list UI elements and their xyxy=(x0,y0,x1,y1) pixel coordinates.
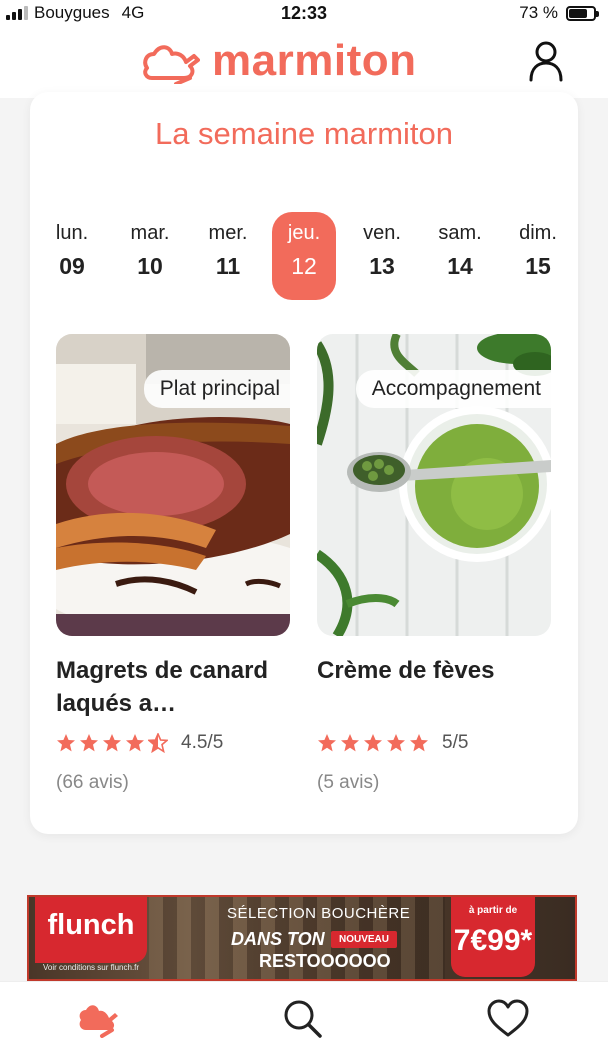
day-name: lun. xyxy=(55,222,89,244)
day-sunday[interactable]: dim. 15 xyxy=(506,212,570,300)
recipe-image[interactable]: Plat principal xyxy=(56,334,290,636)
ad-price-box: à partir de 7€99* xyxy=(451,897,535,977)
marmiton-logo[interactable]: marmiton xyxy=(140,36,416,86)
user-icon[interactable] xyxy=(526,40,566,82)
logo-text: marmiton xyxy=(212,36,417,85)
star-icon xyxy=(410,734,428,752)
day-name: mar. xyxy=(130,222,170,244)
battery-fill xyxy=(569,8,587,18)
bottom-nav xyxy=(0,981,608,1054)
recipe-card[interactable]: Accompagnement Crème de fèves 5/5 (5 avi… xyxy=(317,334,551,794)
day-thursday-selected[interactable]: jeu. 12 xyxy=(272,212,336,300)
day-number: 12 xyxy=(291,253,317,279)
star-icon xyxy=(80,734,98,752)
week-title: La semaine marmiton xyxy=(154,116,454,151)
status-time: 12:33 xyxy=(280,3,328,23)
ad-brand-logo: flunch xyxy=(35,897,147,963)
ad-banner[interactable]: flunch Voir conditions sur flunch.fr SÉL… xyxy=(27,895,577,981)
star-icon xyxy=(57,734,75,752)
star-icon xyxy=(341,734,359,752)
recipe-image[interactable]: Accompagnement xyxy=(317,334,551,636)
star-icon xyxy=(387,734,405,752)
ad-disclaimer: Voir conditions sur flunch.fr xyxy=(43,963,140,972)
day-tuesday[interactable]: mar. 10 xyxy=(118,212,182,300)
battery-percent: 73 % xyxy=(519,3,558,22)
day-name: dim. xyxy=(519,222,557,244)
recipe-card[interactable]: Plat principal Magrets de canard laqués … xyxy=(56,334,290,794)
rating-value: 4.5/5 xyxy=(181,732,224,753)
day-number: 15 xyxy=(525,253,551,279)
rating-value: 5/5 xyxy=(442,732,469,753)
week-card: La semaine marmiton lun. 09 mar. 10 mer.… xyxy=(30,92,578,834)
star-icon xyxy=(126,734,144,752)
ad-price: 7€99* xyxy=(453,924,533,957)
recipe-rating: 5/5 xyxy=(317,732,551,754)
day-name: sam. xyxy=(438,222,482,244)
ad-new-badge: NOUVEAU xyxy=(331,931,398,948)
day-friday[interactable]: ven. 13 xyxy=(350,212,414,300)
recipe-title[interactable]: Magrets de canard laqués a… xyxy=(56,654,290,720)
day-number: 10 xyxy=(137,253,163,279)
ad-subline: DANS TON xyxy=(231,929,325,949)
day-saturday[interactable]: sam. 14 xyxy=(428,212,492,300)
day-selector: lun. 09 mar. 10 mer. 11 jeu. 12 ven. 13 … xyxy=(40,212,568,302)
review-count: (5 avis) xyxy=(317,772,380,793)
day-number: 11 xyxy=(215,253,241,279)
heart-icon[interactable] xyxy=(486,998,530,1038)
star-icon xyxy=(364,734,382,752)
chef-hat-logo-icon xyxy=(143,45,200,84)
ad-tagline: RESTOOOOOO xyxy=(259,951,391,971)
day-name: ven. xyxy=(363,222,401,244)
recipe-category-tag: Plat principal xyxy=(143,370,290,408)
battery-icon xyxy=(566,5,599,21)
day-number: 13 xyxy=(369,253,395,279)
day-wednesday[interactable]: mer. 11 xyxy=(196,212,260,300)
day-monday[interactable]: lun. 09 xyxy=(40,212,104,300)
chef-hat-icon[interactable] xyxy=(76,998,120,1038)
day-number: 09 xyxy=(59,253,85,279)
status-right: 73 % xyxy=(519,3,599,23)
ad-headline: SÉLECTION BOUCHÈRE xyxy=(227,905,411,922)
half-star-icon xyxy=(148,733,168,753)
review-count: (66 avis) xyxy=(56,772,129,793)
day-name: mer. xyxy=(208,222,248,244)
search-icon[interactable] xyxy=(282,998,326,1038)
app-header: marmiton xyxy=(0,26,608,98)
star-icon xyxy=(103,734,121,752)
star-icon xyxy=(318,734,336,752)
recipe-rating: 4.5/5 xyxy=(56,732,290,754)
day-name: jeu. xyxy=(287,222,321,244)
day-number: 14 xyxy=(447,253,473,279)
status-bar: Bouygues 4G 12:33 73 % xyxy=(0,0,608,26)
recipe-category-tag: Accompagnement xyxy=(355,370,551,408)
recipe-title[interactable]: Crème de fèves xyxy=(317,654,551,720)
ad-price-label: à partir de xyxy=(468,905,518,916)
